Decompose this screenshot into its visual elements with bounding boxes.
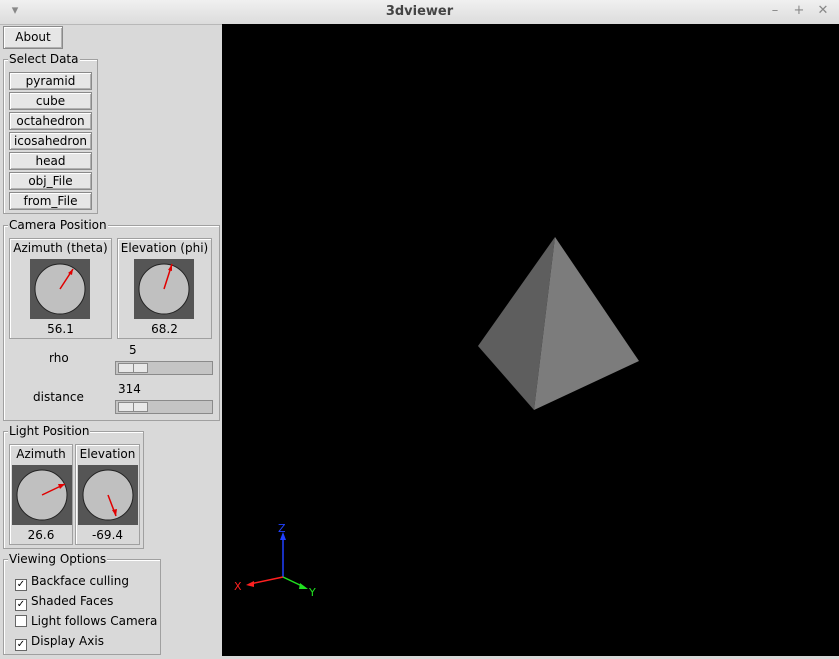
rho-slider-thumb[interactable] xyxy=(118,363,148,373)
light-azimuth-box: Azimuth 26.6 xyxy=(9,444,73,545)
select-data-label: Select Data xyxy=(8,52,80,66)
about-button[interactable]: About xyxy=(3,26,63,49)
light-azimuth-dial[interactable] xyxy=(12,465,72,525)
title-bar: ▾ 3dviewer – + ✕ xyxy=(0,0,839,25)
shaded-faces-checkbox[interactable]: ✓ Shaded Faces xyxy=(15,594,113,611)
obj-file-button[interactable]: obj_File xyxy=(9,172,92,190)
camera-azimuth-value: 56.1 xyxy=(47,322,74,336)
axis-y-label: Y xyxy=(308,586,316,599)
light-position-label: Light Position xyxy=(8,424,91,438)
light-follows-camera-box[interactable] xyxy=(15,615,27,627)
display-axis-label: Display Axis xyxy=(31,634,104,648)
camera-azimuth-title: Azimuth (theta) xyxy=(13,241,108,255)
camera-elevation-title: Elevation (phi) xyxy=(120,241,209,255)
axis-z-label: Z xyxy=(278,522,286,535)
distance-slider[interactable] xyxy=(115,400,213,414)
camera-elevation-dial[interactable] xyxy=(134,259,194,319)
camera-elevation-value: 68.2 xyxy=(151,322,178,336)
light-elevation-title: Elevation xyxy=(79,447,136,461)
head-button[interactable]: head xyxy=(9,152,92,170)
camera-azimuth-box: Azimuth (theta) 56.1 xyxy=(9,238,112,339)
shaded-faces-label: Shaded Faces xyxy=(31,594,114,608)
light-azimuth-title: Azimuth xyxy=(16,447,66,461)
close-icon[interactable]: ✕ xyxy=(816,3,830,18)
pyramid-button[interactable]: pyramid xyxy=(9,72,92,90)
axis-x-label: X xyxy=(234,580,242,593)
icosahedron-button[interactable]: icosahedron xyxy=(9,132,92,150)
select-data-group: Select Data pyramid cube octahedron icos… xyxy=(3,52,98,214)
maximize-icon[interactable]: + xyxy=(792,3,806,18)
camera-azimuth-dial[interactable] xyxy=(30,259,90,319)
camera-position-group: Camera Position Azimuth (theta) 56.1 Ele… xyxy=(3,218,220,421)
display-axis-checkbox[interactable]: ✓ Display Axis xyxy=(15,634,104,651)
light-position-group: Light Position Azimuth 26.6 Elevation -6… xyxy=(3,424,144,549)
backface-culling-checkbox[interactable]: ✓ Backface culling xyxy=(15,574,129,591)
light-follows-camera-checkbox[interactable]: Light follows Camera xyxy=(15,614,157,628)
camera-position-label: Camera Position xyxy=(8,218,108,232)
backface-culling-label: Backface culling xyxy=(31,574,129,588)
minimize-icon[interactable]: – xyxy=(768,3,782,18)
light-elevation-value: -69.4 xyxy=(91,528,124,542)
octahedron-button[interactable]: octahedron xyxy=(9,112,92,130)
viewing-options-label: Viewing Options xyxy=(8,552,108,566)
rho-value: 5 xyxy=(129,343,137,357)
shaded-faces-box[interactable]: ✓ xyxy=(15,599,27,611)
camera-elevation-box: Elevation (phi) 68.2 xyxy=(117,238,212,339)
light-azimuth-value: 26.6 xyxy=(27,528,55,542)
display-axis-box[interactable]: ✓ xyxy=(15,639,27,651)
light-elevation-box: Elevation -69.4 xyxy=(75,444,140,545)
distance-slider-thumb[interactable] xyxy=(118,402,148,412)
window-title: 3dviewer xyxy=(385,4,454,19)
3d-viewport[interactable]: Z X Y xyxy=(222,24,839,656)
cube-button[interactable]: cube xyxy=(9,92,92,110)
light-elevation-dial[interactable] xyxy=(78,465,138,525)
light-follows-camera-label: Light follows Camera xyxy=(31,614,158,628)
rho-slider[interactable] xyxy=(115,361,213,375)
axis-gizmo: Z X Y xyxy=(234,522,316,599)
distance-value: 314 xyxy=(118,382,141,396)
viewing-options-group: Viewing Options ✓ Backface culling ✓ Shade… xyxy=(3,552,161,655)
3d-scene[interactable]: Z X Y xyxy=(222,24,839,656)
rho-label: rho xyxy=(49,351,69,365)
backface-culling-box[interactable]: ✓ xyxy=(15,579,27,591)
distance-label: distance xyxy=(33,390,84,404)
from-file-button[interactable]: from_File xyxy=(9,192,92,210)
